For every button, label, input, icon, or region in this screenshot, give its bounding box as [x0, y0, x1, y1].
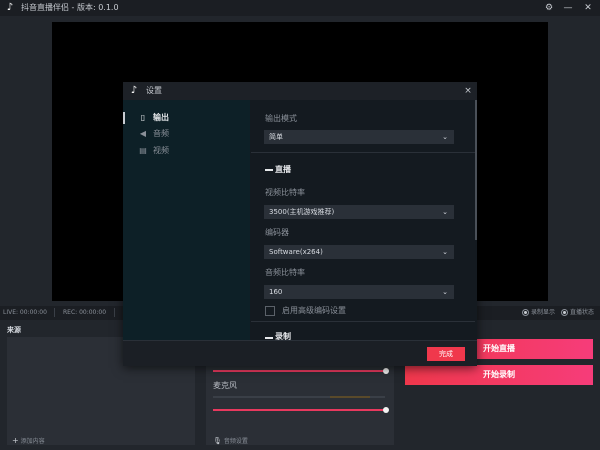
add-source-label: 添加内容: [20, 438, 45, 445]
settings-gear-icon[interactable]: ⚙: [542, 1, 556, 15]
desktop-volume-knob[interactable]: [383, 368, 389, 374]
section-divider: [251, 321, 475, 322]
encoder-label: 编码器: [265, 228, 289, 237]
dialog-close-button[interactable]: ×: [462, 86, 474, 98]
status-separator: [54, 308, 55, 317]
speaker-icon: ◀: [139, 129, 147, 138]
rec-timer: REC: 00:00:00: [63, 309, 107, 316]
status-separator: [114, 308, 115, 317]
output-icon: ▯: [140, 113, 146, 122]
mic-volume-knob[interactable]: [383, 407, 389, 413]
mic-level-meter-fill: [330, 396, 370, 398]
audio-settings-label: 音频设置: [223, 438, 248, 445]
audio-bitrate-value: 160: [269, 288, 283, 296]
dialog-logo-icon: ♪: [130, 85, 138, 96]
start-record-button[interactable]: 开始录制: [405, 365, 593, 385]
app-title: 抖音直播伴侣 - 版本: 0.1.0: [21, 3, 119, 12]
sidebar-active-marker: [123, 112, 125, 124]
section-collapse-icon[interactable]: [265, 169, 273, 171]
mic-label: 麦克风: [213, 381, 237, 390]
audio-bitrate-select[interactable]: [264, 285, 454, 299]
minimize-button[interactable]: —: [561, 1, 575, 15]
section-collapse-icon[interactable]: [265, 337, 273, 339]
live-status-label: 直播状态: [570, 309, 595, 316]
dialog-title: 设置: [146, 86, 162, 95]
chevron-down-icon: ⌄: [442, 208, 448, 216]
sources-title: 来源: [7, 326, 21, 334]
close-window-button[interactable]: ✕: [581, 1, 595, 15]
recording-display-label: 录制显示: [531, 309, 556, 316]
live-section-title: 直播: [275, 165, 291, 174]
settings-scrollbar[interactable]: [475, 100, 477, 240]
app-logo-icon: ♪: [6, 2, 14, 13]
output-mode-select[interactable]: [264, 130, 454, 144]
advanced-encoder-label: 启用高级编码设置: [282, 306, 346, 315]
audio-bitrate-label: 音频比特率: [265, 268, 305, 277]
recording-display-radio[interactable]: [522, 309, 529, 316]
sidebar-item-video[interactable]: 视频: [153, 145, 169, 157]
dialog-title-bar: [123, 82, 477, 100]
sidebar-item-output[interactable]: 输出: [153, 112, 169, 124]
dialog-footer: [123, 340, 477, 366]
add-source-button[interactable]: + 添加内容: [12, 437, 45, 446]
audio-settings-button[interactable]: 🎙 音频设置: [213, 437, 248, 446]
live-timer: LIVE: 00:00:00: [3, 309, 47, 316]
advanced-encoder-checkbox[interactable]: [265, 306, 275, 316]
microphone-icon: 🎙: [213, 437, 222, 445]
output-mode-label: 输出模式: [265, 114, 297, 123]
done-button[interactable]: 完成: [427, 347, 465, 361]
chevron-down-icon: ⌄: [442, 133, 448, 141]
output-mode-value: 简单: [269, 133, 283, 141]
chevron-down-icon: ⌄: [442, 248, 448, 256]
sidebar-item-audio[interactable]: 音频: [153, 128, 169, 140]
film-icon: ▤: [139, 146, 147, 155]
encoder-value: Software(x264): [269, 248, 323, 256]
mic-volume-slider[interactable]: [213, 409, 385, 411]
live-status-radio[interactable]: [561, 309, 568, 316]
video-bitrate-label: 视频比特率: [265, 188, 305, 197]
desktop-volume-slider[interactable]: [213, 370, 385, 372]
chevron-down-icon: ⌄: [442, 288, 448, 296]
section-divider: [251, 152, 475, 153]
video-bitrate-value: 3500(主机游戏推荐): [269, 208, 335, 216]
plus-icon: +: [12, 436, 19, 445]
